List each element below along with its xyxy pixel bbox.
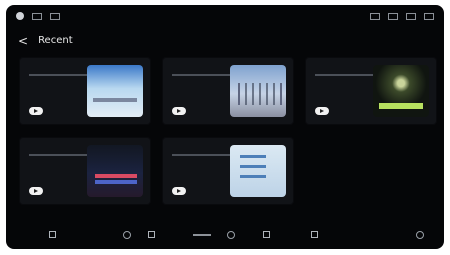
play-icon[interactable] — [29, 187, 43, 195]
back-button[interactable]: < — [18, 35, 28, 47]
card-subtitle — [29, 74, 89, 76]
card-subtitle — [315, 74, 375, 76]
menu-icon — [424, 13, 434, 20]
play-icon[interactable] — [172, 107, 186, 115]
play-icon[interactable] — [315, 107, 329, 115]
signal-icon — [388, 13, 398, 20]
card-subtitle — [172, 74, 232, 76]
card-title — [172, 145, 224, 151]
wifi-icon — [370, 13, 380, 20]
page-title: Recent — [38, 35, 73, 46]
music-icon[interactable] — [227, 231, 235, 239]
playlist-icon[interactable] — [148, 231, 155, 238]
card-title — [315, 65, 367, 71]
battery-icon — [406, 13, 416, 20]
card-subtitle — [29, 154, 89, 156]
card-title — [29, 65, 81, 71]
status-left — [16, 12, 60, 20]
play-icon[interactable] — [29, 107, 43, 115]
media-card[interactable] — [162, 57, 294, 125]
volume-icon[interactable] — [311, 231, 318, 238]
card-thumbnail — [373, 65, 429, 117]
bottom-navigation — [6, 223, 444, 249]
page-header: < Recent — [18, 35, 73, 47]
square-icon — [32, 12, 42, 20]
card-thumbnail — [230, 65, 286, 117]
media-icon[interactable] — [123, 231, 131, 239]
queue-icon[interactable] — [263, 231, 270, 238]
card-subtitle — [172, 154, 232, 156]
card-thumbnail — [87, 145, 143, 197]
play-icon[interactable] — [172, 187, 186, 195]
app-window: < Recent — [6, 5, 444, 249]
card-title — [29, 145, 81, 151]
media-card[interactable] — [19, 137, 151, 205]
settings-icon[interactable] — [416, 231, 424, 239]
card-thumbnail — [230, 145, 286, 197]
media-grid — [19, 57, 437, 207]
card-title — [172, 65, 224, 71]
status-right — [370, 13, 434, 20]
card-thumbnail — [87, 65, 143, 117]
media-card[interactable] — [162, 137, 294, 205]
status-bar — [6, 5, 444, 29]
circle-icon — [16, 12, 24, 20]
home-icon[interactable] — [49, 231, 56, 238]
media-card[interactable] — [19, 57, 151, 125]
square-icon — [50, 12, 60, 20]
media-card[interactable] — [305, 57, 437, 125]
controls-icon[interactable] — [193, 234, 211, 236]
